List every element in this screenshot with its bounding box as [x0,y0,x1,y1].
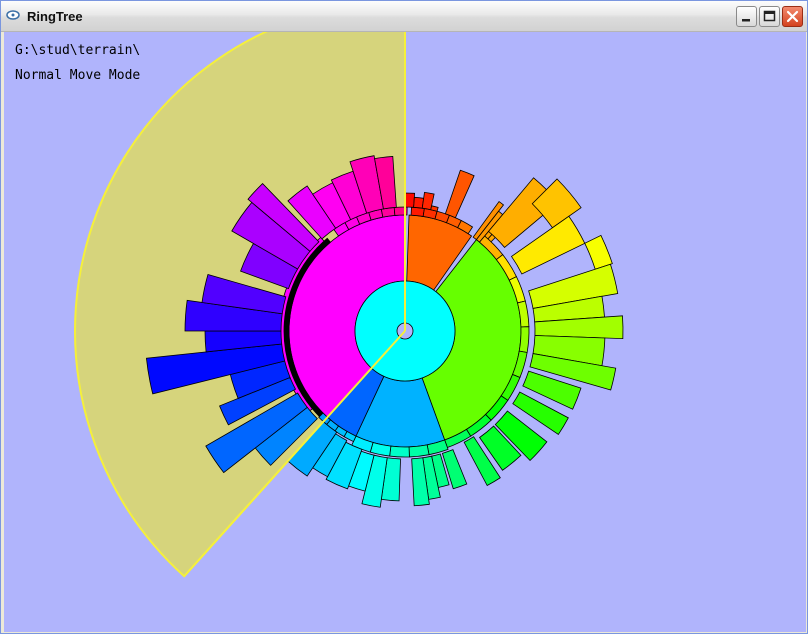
ringtree-app-icon [6,10,20,20]
file-spike[interactable] [584,234,613,270]
current-path-label: G:\stud\terrain\ [15,43,141,58]
maximize-button[interactable] [759,6,780,27]
title-bar[interactable]: RingTree [1,1,807,32]
ringtree-visualization[interactable] [4,32,806,632]
close-button[interactable] [782,6,803,27]
close-icon [786,10,799,23]
maximize-icon [763,10,776,22]
file-spike[interactable] [444,169,475,219]
minimize-button[interactable] [736,6,757,27]
subfolder-ring-segment[interactable] [389,445,410,458]
ringtree-canvas[interactable]: G:\stud\terrain\ Normal Move Mode [4,32,806,632]
subfolder-ring-segment[interactable] [408,444,430,458]
file-spike[interactable] [404,192,416,208]
mode-label: Normal Move Mode [15,68,141,83]
window-title: RingTree [27,9,83,24]
subfolder-ring-segment[interactable] [518,326,530,353]
ringtree-window: RingTree G:\stud\terrain\ Normal Move Mo… [0,0,808,634]
minimize-icon [742,19,750,22]
